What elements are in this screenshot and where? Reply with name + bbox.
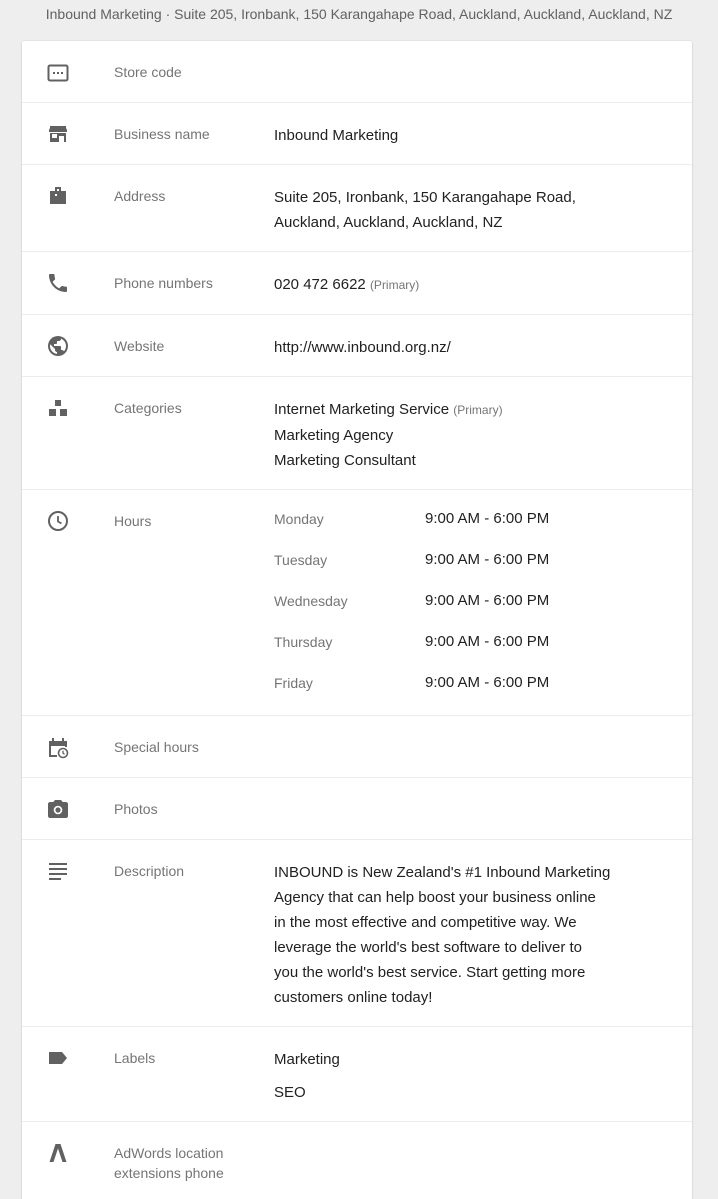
categories-icon [46, 396, 70, 420]
row-label: Business name [114, 126, 210, 142]
hours-time: 9:00 AM - 6:00 PM [425, 592, 550, 609]
phone-icon [46, 271, 70, 295]
description-line: customers online today! [274, 989, 433, 1006]
description-line: Agency that can help boost your business… [274, 889, 596, 906]
row-label: Website [114, 338, 165, 354]
primary-tag: (Primary) [453, 403, 503, 417]
row-store-code[interactable]: Store code [22, 41, 692, 103]
address-line: Auckland, Auckland, Auckland, NZ [274, 214, 503, 231]
row-categories[interactable]: Categories Internet Marketing Service (P… [22, 377, 692, 490]
website-value: http://www.inbound.org.nz/ [274, 339, 451, 356]
row-label: Special hours [114, 739, 199, 755]
primary-tag: (Primary) [369, 278, 420, 292]
description-value: INBOUND is New Zealand's #1 Inbound Mark… [274, 860, 664, 1010]
storefront-icon [46, 122, 70, 146]
row-label: Photos [114, 801, 158, 817]
row-label: Categories [114, 400, 182, 416]
hours-time: 9:00 AM - 6:00 PM [425, 674, 550, 691]
description-line: leverage the world's best software to de… [274, 939, 583, 956]
store-code-icon [46, 61, 70, 85]
row-description[interactable]: Description INBOUND is New Zealand's #1 … [22, 840, 692, 1027]
row-label: AdWords location extensions phone [114, 1143, 264, 1183]
globe-icon [46, 334, 70, 358]
address-value: Suite 205, Ironbank, 150 Karangahape Roa… [274, 185, 664, 235]
business-info-card: Store code Business name Inbound Marketi… [22, 41, 692, 1199]
header-title: Inbound Marketing · Suite 205, Ironbank,… [45, 6, 673, 22]
hours-row: Wednesday 9:00 AM - 6:00 PM [274, 591, 664, 632]
clock-icon [46, 509, 70, 533]
calendar-clock-icon [46, 736, 70, 760]
adwords-label-line: extensions phone [114, 1165, 224, 1181]
row-phone[interactable]: Phone numbers 020 472 6622 (Primary) [22, 252, 692, 315]
address-icon [46, 184, 70, 208]
hours-row: Monday 9:00 AM - 6:00 PM [274, 509, 664, 550]
hours-time: 9:00 AM - 6:00 PM [425, 510, 550, 527]
description-line: in the most effective and competitive wa… [274, 914, 577, 931]
address-line: Suite 205, Ironbank, 150 Karangahape Roa… [274, 189, 576, 206]
row-label: Hours [114, 513, 152, 529]
adwords-icon [46, 1141, 70, 1165]
hours-time: 9:00 AM - 6:00 PM [425, 633, 550, 650]
row-hours[interactable]: Hours Monday 9:00 AM - 6:00 PM Tuesday 9:0… [22, 490, 692, 716]
business-name-value: Inbound Marketing [274, 127, 399, 144]
row-label: Phone numbers [114, 275, 213, 291]
description-line: you the world's best service. Start gett… [274, 964, 586, 981]
adwords-label-line: AdWords location [114, 1145, 224, 1161]
row-labels[interactable]: Labels Marketing SEO [22, 1027, 692, 1122]
category-name: Internet Marketing Service [274, 401, 450, 418]
row-label: Description [114, 863, 185, 879]
row-label: Store code [114, 64, 182, 80]
categories-value: Internet Marketing Service (Primary) Mar… [274, 397, 664, 473]
row-special-hours[interactable]: Special hours [22, 716, 692, 778]
hours-day: Wednesday [274, 593, 348, 609]
row-photos[interactable]: Photos [22, 778, 692, 840]
row-label: Address [114, 188, 166, 204]
label-item: Marketing [274, 1051, 340, 1068]
hours-day: Tuesday [274, 552, 328, 568]
hours-list: Monday 9:00 AM - 6:00 PM Tuesday 9:00 AM -… [274, 509, 664, 714]
phone-number: 020 472 6622 [274, 276, 366, 293]
label-item: SEO [274, 1084, 306, 1101]
row-address[interactable]: Address Suite 205, Ironbank, 150 Karanga… [22, 165, 692, 252]
label-icon [46, 1046, 70, 1070]
description-icon [46, 859, 70, 883]
labels-value: Marketing SEO [274, 1047, 664, 1113]
category-item: Marketing Consultant [274, 452, 416, 469]
description-line: INBOUND is New Zealand's #1 Inbound Mark… [274, 864, 611, 881]
hours-row: Friday 9:00 AM - 6:00 PM [274, 673, 664, 714]
row-label: Labels [114, 1050, 156, 1066]
hours-row: Tuesday 9:00 AM - 6:00 PM [274, 550, 664, 591]
hours-day: Monday [274, 511, 324, 527]
hours-day: Friday [274, 675, 313, 691]
category-item: Marketing Agency [274, 427, 394, 444]
row-adwords[interactable]: AdWords location extensions phone [22, 1122, 692, 1199]
hours-row: Thursday 9:00 AM - 6:00 PM [274, 632, 664, 673]
hours-day: Thursday [274, 634, 333, 650]
page-header: Inbound Marketing · Suite 205, Ironbank,… [0, 0, 718, 30]
hours-time: 9:00 AM - 6:00 PM [425, 551, 550, 568]
phone-value: 020 472 6622 (Primary) [274, 272, 664, 298]
row-website[interactable]: Website http://www.inbound.org.nz/ [22, 315, 692, 377]
camera-icon [46, 797, 70, 821]
category-item: Internet Marketing Service (Primary) [274, 397, 664, 423]
row-business-name[interactable]: Business name Inbound Marketing [22, 103, 692, 165]
